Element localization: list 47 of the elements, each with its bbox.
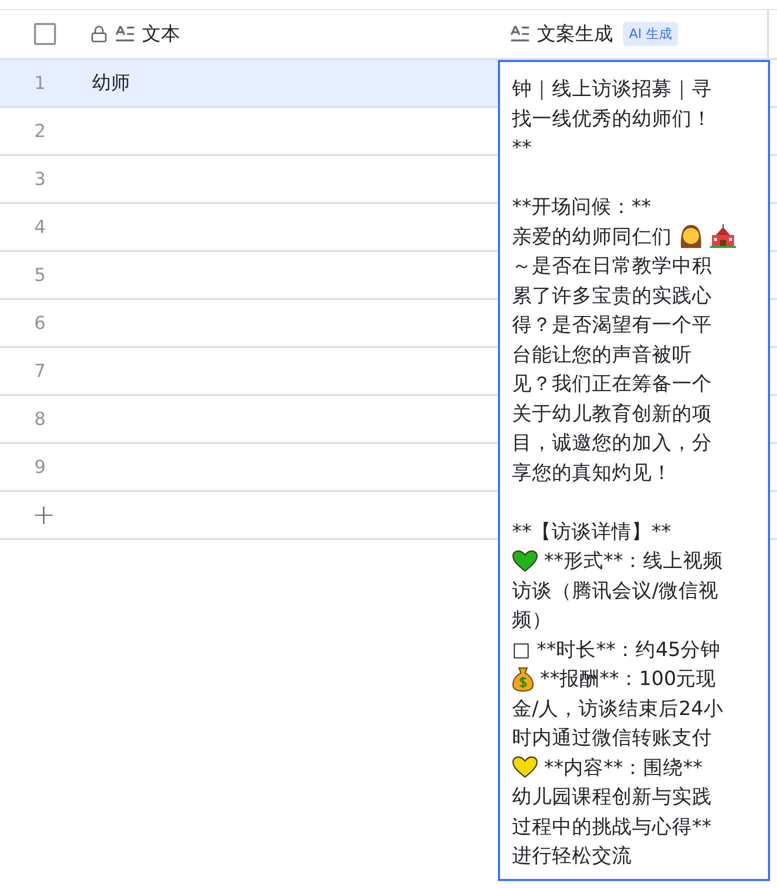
- table-cell-text: 幼师: [92, 71, 130, 96]
- add-row-button[interactable]: +: [30, 501, 58, 529]
- editor-line: **内容**：围绕**: [544, 754, 702, 781]
- editor-line: 幼儿园课程创新与实践: [512, 784, 712, 810]
- editor-line: 频）: [512, 607, 552, 634]
- person-icon: [678, 223, 704, 250]
- editor-line: 访谈（腾讯会议/微信视: [512, 578, 719, 604]
- ai-badge: AI 生成: [623, 22, 678, 46]
- row-number-cell[interactable]: 1: [0, 60, 80, 108]
- row-number: 8: [34, 408, 46, 430]
- money-bag-icon: [512, 666, 534, 692]
- editor-line: 见？我们正在筹备一个: [512, 371, 712, 398]
- heart-icon: [512, 550, 538, 572]
- editor-line: **开场问候：**: [512, 194, 651, 220]
- editor-line: 时内通过微信转账支付: [512, 725, 712, 752]
- editor-line: □ **时长**：约45分钟: [512, 636, 720, 663]
- editor-line: 金/人，访谈结束后24小: [512, 696, 724, 722]
- editor-line: 进行轻松交流: [512, 843, 632, 870]
- editor-line: **报酬**：100元现: [540, 666, 716, 692]
- editor-line: 找一线优秀的幼师们！: [512, 106, 712, 132]
- editor-line: **: [512, 136, 532, 160]
- row-number: 7: [34, 360, 46, 382]
- row-number: 4: [34, 216, 46, 238]
- editor-line: 过程中的挑战与心得**: [512, 814, 712, 840]
- column-header[interactable]: 文案生成: [537, 21, 613, 47]
- editor-line: 累了许多宝贵的实践心: [512, 282, 712, 309]
- school-icon: [710, 223, 736, 250]
- editor-line: 目，诚邀您的加入，分: [512, 430, 712, 456]
- editor-line: 关于幼儿教育创新的项: [512, 400, 712, 427]
- editor-line: 台能让您的声音被听: [512, 342, 692, 368]
- editor-line: 得？是否渴望有一个平: [512, 312, 712, 338]
- row-number: 5: [34, 264, 46, 286]
- row-number: 1: [34, 72, 46, 94]
- editor-line: 钟｜线上访谈招募｜寻: [512, 76, 712, 102]
- row-number: 9: [34, 456, 46, 478]
- row-number: 2: [34, 120, 46, 142]
- select-all-checkbox[interactable]: [34, 23, 56, 45]
- column-header[interactable]: 文本: [142, 21, 180, 47]
- editor-line: 享您的真知灼见！: [512, 460, 672, 486]
- heart-icon: [512, 756, 538, 778]
- editor-line: 亲爱的幼师同仁们: [512, 224, 672, 250]
- cell-editor[interactable]: [498, 60, 770, 881]
- editor-line: ～是否在日常教学中积: [512, 253, 712, 280]
- editor-line: **【访谈详情】**: [512, 518, 671, 545]
- editor-line: **形式**：线上视频: [544, 548, 723, 574]
- row-number: 6: [34, 312, 46, 334]
- row-number: 3: [34, 168, 46, 190]
